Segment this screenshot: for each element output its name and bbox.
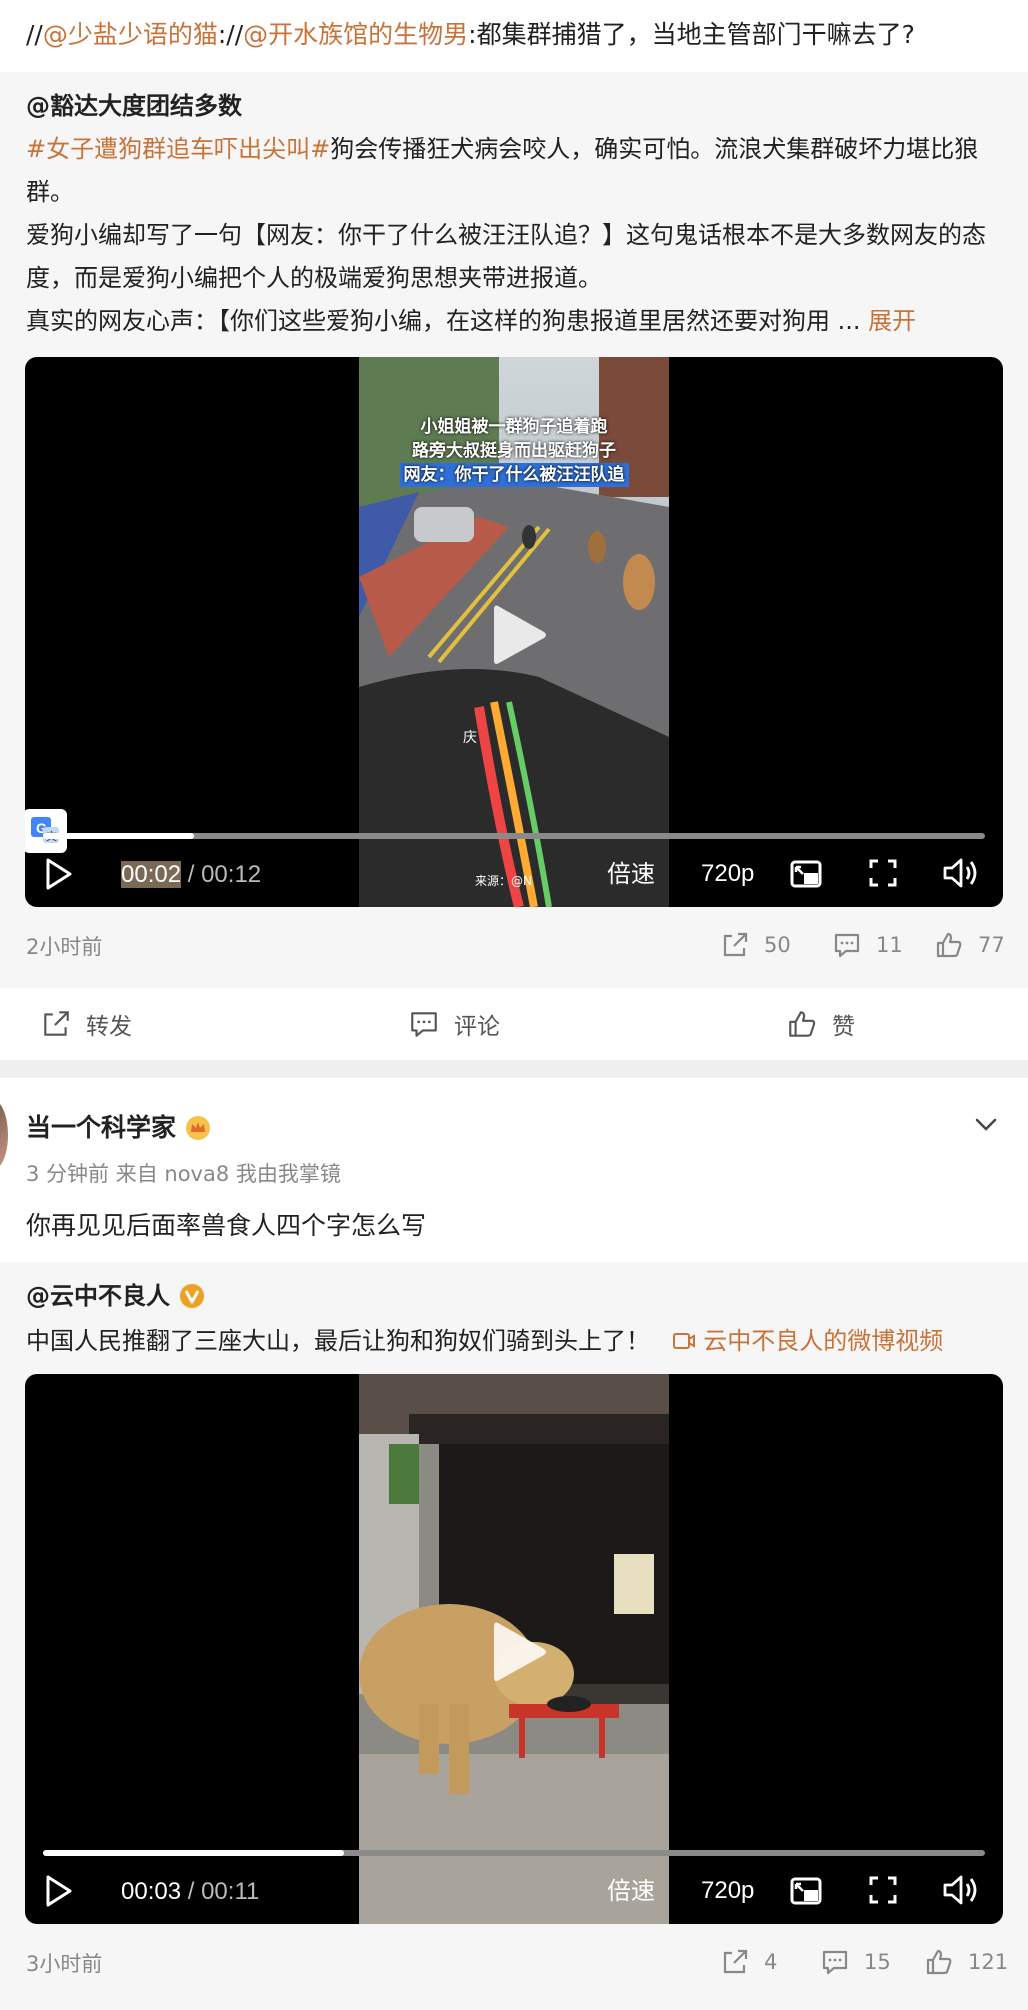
pip-icon-2[interactable]: [789, 1874, 823, 1908]
like-count-2: 121: [968, 1950, 1009, 1974]
post1-time: 2小时前: [26, 935, 103, 959]
share-icon-2: [723, 1949, 748, 1974]
comment-icon: [834, 933, 860, 958]
like-icon: [936, 932, 962, 958]
chain-prefix: //: [26, 20, 43, 49]
play-overlay-icon-2[interactable]: [490, 1619, 550, 1685]
post-body: 你再见见后面率兽食人四个字怎么写: [26, 1211, 427, 1240]
comment-label: 评论: [454, 1014, 500, 1040]
mention-user1[interactable]: @少盐少语的猫: [43, 20, 218, 49]
repost-label: 转发: [86, 1014, 132, 1040]
pip-icon[interactable]: [789, 857, 823, 891]
time-sep-2: /: [181, 1878, 202, 1905]
retweet-author[interactable]: @豁达大度团结多数: [26, 86, 242, 126]
comment-stat[interactable]: 11: [832, 925, 903, 965]
retweet2-author-row[interactable]: @云中不良人: [26, 1276, 206, 1316]
like-stat[interactable]: 77: [934, 925, 1005, 965]
video-caption-3: 网友：你干了什么被汪汪队追: [399, 463, 629, 487]
video-watermark: 来源：@N: [475, 874, 532, 888]
hashtag[interactable]: #女子遭狗群追车吓出尖叫#: [26, 135, 330, 163]
video-caption-2: 路旁大叔挺身而出驱赶狗子: [412, 441, 616, 461]
post3-meta: 3小时前 4 15 121: [26, 1942, 1008, 1982]
video-caption-1: 小姐姐被一群狗子追着跑: [420, 417, 608, 437]
chevron-down-icon[interactable]: [970, 1108, 1002, 1140]
time-total: 00:12: [201, 861, 262, 888]
comment-button[interactable]: 评论: [408, 988, 500, 1060]
comment-stat-2[interactable]: 15: [820, 1942, 891, 1982]
avatar[interactable]: [0, 1100, 8, 1170]
speed-button-2[interactable]: 倍速: [607, 1876, 655, 1906]
retweeted-post-1[interactable]: @豁达大度团结多数 #女子遭狗群追车吓出尖叫#狗会传播狂犬病会咬人，确实可怕。流…: [0, 72, 1028, 988]
progress-bar[interactable]: [43, 833, 985, 839]
progress-fill-2: [43, 1850, 345, 1856]
ellipsis: ...: [837, 307, 861, 335]
text-line3: 真实的网友心声：【你们这些爱狗小编，在这样的狗患报道里居然还要对狗用: [26, 307, 830, 335]
verified-badge-icon: [180, 1284, 204, 1308]
retweet-text: #女子遭狗群追车吓出尖叫#狗会传播狂犬病会咬人，确实可怕。流浪犬集群破坏力堪比狼…: [26, 128, 1002, 343]
comment-action-icon: [411, 1012, 437, 1037]
like-button[interactable]: 赞: [786, 988, 855, 1060]
time-total-2: 00:11: [201, 1878, 260, 1905]
retweet2-text: 中国人民推翻了三座大山，最后让狗和狗奴们骑到头上了！: [26, 1327, 650, 1355]
repost-button[interactable]: 转发: [40, 988, 132, 1060]
like-label: 赞: [832, 1014, 855, 1040]
fullscreen-icon[interactable]: [867, 857, 899, 889]
time-display-2: 00:03 / 00:11: [121, 1876, 259, 1907]
video-link[interactable]: 云中不良人的微博视频: [672, 1327, 944, 1355]
crown-badge-icon: [186, 1116, 211, 1140]
repost-icon: [44, 1011, 69, 1036]
feed-separator: [0, 1060, 1028, 1078]
expand-link[interactable]: 展开: [868, 307, 916, 335]
chain-text: :都集群捕猎了，当地主管部门干嘛去了?: [468, 20, 915, 49]
action-bar: 转发 评论 赞: [0, 988, 1028, 1060]
user-name[interactable]: 当一个科学家: [26, 1108, 176, 1148]
text-line2: 爱狗小编却写了一句【网友：你干了什么被汪汪队追？】这句鬼话根本不是大多数网友的态…: [26, 221, 986, 292]
share-count-2: 4: [764, 1950, 778, 1974]
video-player-2[interactable]: 00:03 / 00:11 倍速 720p: [25, 1374, 1003, 1924]
play-overlay-icon[interactable]: [490, 602, 550, 668]
volume-icon-2[interactable]: [941, 1872, 981, 1908]
retweeted-post-2[interactable]: @云中不良人 中国人民推翻了三座大山，最后让狗和狗奴们骑到头上了！ 云中不良人的…: [0, 1262, 1028, 2010]
bead-text: 庆: [463, 730, 477, 746]
share-stat-2[interactable]: 4: [720, 1942, 777, 1982]
translate-icon[interactable]: G 文: [25, 809, 67, 853]
chain-sep: ://: [217, 20, 244, 49]
fullscreen-icon-2[interactable]: [867, 1874, 899, 1906]
time-display: 00:02 / 00:12: [121, 859, 261, 890]
play-icon[interactable]: [43, 857, 73, 891]
like-stat-2[interactable]: 121: [924, 1942, 1008, 1982]
mention-user2[interactable]: @开水族馆的生物男: [243, 20, 468, 49]
quality-button-2[interactable]: 720p: [701, 1876, 754, 1906]
time-current: 00:02: [121, 861, 182, 888]
progress-fill: [43, 833, 194, 839]
share-icon: [723, 932, 748, 957]
post-meta: 3 分钟前 来自 nova8 我由我掌镜: [26, 1162, 341, 1186]
post1-meta: 2小时前 50 11 77: [26, 925, 1005, 965]
comment-count-2: 15: [864, 1950, 891, 1974]
retweet2-text-row: 中国人民推翻了三座大山，最后让狗和狗奴们骑到头上了！ 云中不良人的微博视频: [26, 1320, 943, 1362]
comment-count: 11: [876, 933, 903, 957]
repost-chain: //@少盐少语的猫://@开水族馆的生物男:都集群捕猎了，当地主管部门干嘛去了?: [0, 0, 1028, 72]
video-player-1[interactable]: 小姐姐被一群狗子追着跑 路旁大叔挺身而出驱赶狗子 网友：你干了什么被汪汪队追 庆…: [25, 357, 1003, 907]
time-sep: /: [181, 861, 202, 888]
like-action-icon: [789, 1011, 816, 1037]
share-stat[interactable]: 50: [720, 925, 791, 965]
user-name-row[interactable]: 当一个科学家: [26, 1108, 212, 1148]
comment-icon-2: [822, 1950, 848, 1975]
video-link-icon: [672, 1333, 695, 1349]
time-current-2: 00:03: [121, 1878, 182, 1905]
share-count: 50: [764, 933, 791, 957]
progress-bar-2[interactable]: [43, 1850, 985, 1856]
like-icon-2: [926, 1949, 952, 1975]
quality-button[interactable]: 720p: [701, 859, 754, 889]
speed-button[interactable]: 倍速: [607, 859, 655, 889]
play-icon-2[interactable]: [43, 1874, 73, 1908]
volume-icon[interactable]: [941, 855, 981, 891]
like-count: 77: [978, 933, 1005, 957]
post3-time: 3小时前: [26, 1952, 103, 1976]
retweet2-author[interactable]: @云中不良人: [26, 1276, 170, 1316]
video-link-label: 云中不良人的微博视频: [703, 1327, 944, 1355]
